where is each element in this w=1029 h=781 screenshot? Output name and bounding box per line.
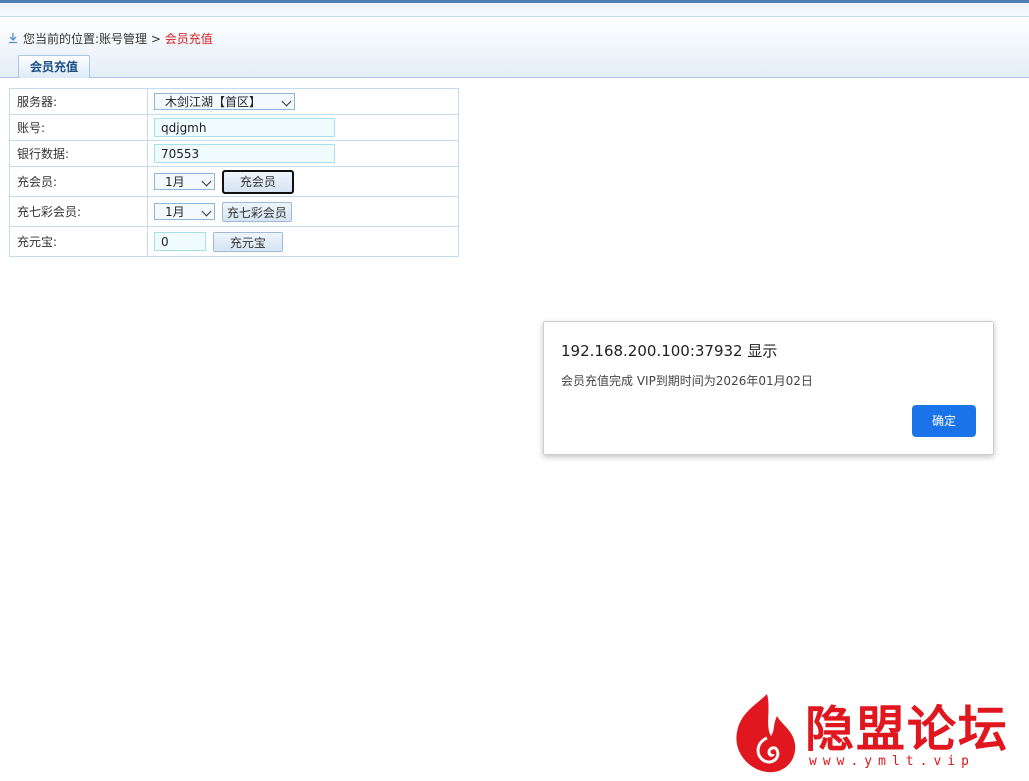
flame-logo-icon [736,694,796,773]
account-label: 账号: [9,114,148,141]
bank-label: 银行数据: [9,140,148,167]
top-strip [0,0,1029,17]
server-select-value: 木剑江湖【首区】 [165,95,262,109]
recharge-colorful-vip-button[interactable]: 充七彩会员 [221,201,292,222]
vip-duration-value: 1月 [165,175,185,189]
breadcrumb: 您当前的位置:账号管理 > 会员充值 [8,31,213,47]
server-select[interactable]: 木剑江湖【首区】 [154,93,295,110]
chevron-down-icon [281,96,292,107]
recharge-yuanbao-button[interactable]: 充元宝 [212,231,283,252]
watermark: 隐盟论坛 www.ymlt.vip [727,690,1017,776]
bank-input[interactable]: 70553 [154,144,335,163]
breadcrumb-section[interactable]: 账号管理 [99,32,147,46]
dialog-title: 192.168.200.100:37932 显示 [561,342,778,360]
header-band [0,17,1029,78]
row-bank: 银行数据: 70553 [9,140,459,167]
row-yuanbao: 充元宝: 0 充元宝 [9,226,459,257]
vip-label: 充会员: [9,166,148,197]
colorful-vip-duration-value: 1月 [165,205,185,219]
row-account: 账号: qdjgmh [9,114,459,141]
yuanbao-input[interactable]: 0 [154,232,206,251]
account-input[interactable]: qdjgmh [154,118,335,137]
watermark-url: www.ymlt.vip [809,754,975,769]
server-label: 服务器: [9,88,148,115]
colorful-vip-duration-select[interactable]: 1月 [154,203,215,220]
row-colorful-vip: 充七彩会员: 1月 充七彩会员 [9,196,459,227]
watermark-text: 隐盟论坛 [805,700,1010,758]
breadcrumb-current: 会员充值 [164,32,213,46]
download-icon [9,33,17,44]
recharge-form: 服务器: 木剑江湖【首区】 账号: qdjgmh 银行数据: 70553 充会员… [9,88,459,257]
dialog-message: 会员充值完成 VIP到期时间为2026年01月02日 [561,374,813,388]
tab-member-recharge[interactable]: 会员充值 [18,55,90,78]
chevron-down-icon [201,206,212,217]
breadcrumb-prefix: 您当前的位置: [23,32,100,46]
alert-dialog: 192.168.200.100:37932 显示 会员充值完成 VIP到期时间为… [543,321,994,455]
ok-button[interactable]: 确定 [912,405,976,437]
recharge-vip-button[interactable]: 充会员 [221,169,294,194]
colorful-vip-label: 充七彩会员: [9,196,148,227]
row-server: 服务器: 木剑江湖【首区】 [9,88,459,115]
row-vip: 充会员: 1月 充会员 [9,166,459,197]
yuanbao-label: 充元宝: [9,226,148,257]
breadcrumb-separator: > [147,32,165,46]
chevron-down-icon [201,176,212,187]
vip-duration-select[interactable]: 1月 [154,173,215,190]
